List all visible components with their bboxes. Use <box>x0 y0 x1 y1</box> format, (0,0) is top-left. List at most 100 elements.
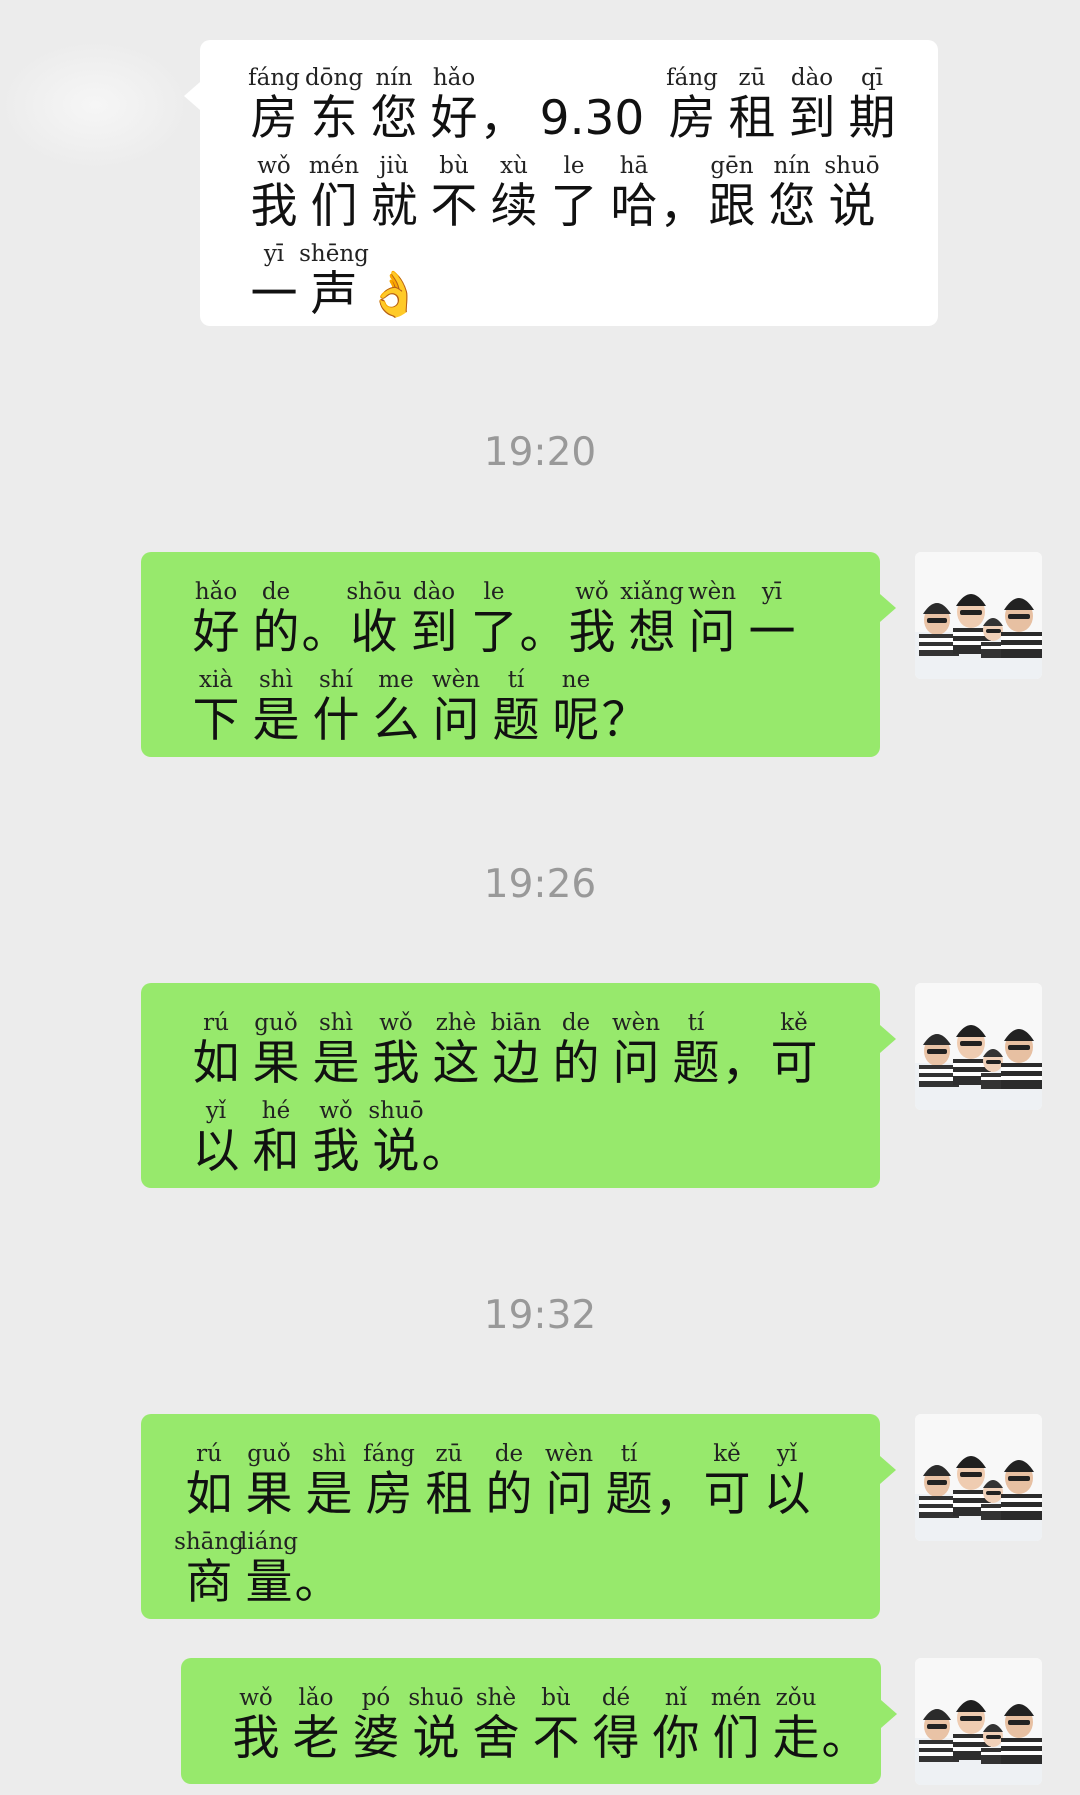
avatar[interactable] <box>915 1658 1042 1785</box>
message-line: rú 如 guǒ 果 shì 是 wǒ 我 zhè 这 biān 边 de 的 wèn 问 tí 题， kě 可 <box>186 1009 880 1091</box>
hanzi: 题 <box>492 693 540 748</box>
pinyin: qī <box>860 65 884 91</box>
hanzi: 们 <box>712 1711 760 1766</box>
ruby-char: mén 们 <box>304 152 364 234</box>
avatar[interactable] <box>915 983 1042 1110</box>
ruby-char: wǒ 我 <box>366 1009 426 1091</box>
pinyin: wǒ <box>257 153 291 179</box>
pinyin: pó <box>361 1685 391 1711</box>
outgoing-message-bubble[interactable]: hǎo 好 de 的。 shōu 收 dào 到 le 了。 wǒ 我 xiǎng 想 wèn 问 yī 一 xià… <box>141 552 896 757</box>
ruby-char: 。 <box>520 578 567 660</box>
hanzi: 了 <box>470 605 518 660</box>
hanzi: 走 <box>772 1711 820 1766</box>
pinyin: tí <box>620 1441 638 1467</box>
ruby-char: tí 题 <box>666 1009 726 1091</box>
pinyin: shuō <box>408 1685 464 1711</box>
hanzi: ， <box>721 1036 769 1091</box>
pinyin: hā <box>619 153 649 179</box>
hanzi: 想 <box>628 605 676 660</box>
hanzi: ， <box>659 179 707 234</box>
timestamp: 19:32 <box>483 1293 597 1338</box>
ruby-char: bù 不 <box>526 1684 586 1766</box>
pinyin: shuō <box>368 1098 424 1124</box>
ruby-char: hǎo 好 <box>424 64 484 146</box>
message-line: rú 如 guǒ 果 shì 是 fáng 房 zū 租 de 的 wèn 问 tí 题， kě 可 yǐ 以 <box>179 1440 880 1522</box>
outgoing-message-bubble[interactable]: wǒ 我 lǎo 老 pó 婆 shuō 说 shè 舍 bù 不 dé 得 nǐ 你 mén 们 zǒu 走。 <box>181 1658 897 1784</box>
hanzi: 房 <box>365 1467 413 1522</box>
pinyin: xù <box>500 153 528 179</box>
pinyin: wèn <box>431 667 481 693</box>
hanzi: 我 <box>568 605 616 660</box>
hanzi: 东 <box>310 91 358 146</box>
pinyin: fáng <box>363 1441 415 1467</box>
outgoing-message-bubble[interactable]: rú 如 guǒ 果 shì 是 fáng 房 zū 租 de 的 wèn 问 tí 题， kě 可 yǐ 以 shān… <box>141 1414 896 1619</box>
hanzi: 是 <box>305 1467 353 1522</box>
ruby-char: de 的 <box>479 1440 539 1522</box>
pinyin: yǐ <box>776 1441 798 1467</box>
pinyin: wǒ <box>319 1098 353 1124</box>
timestamp: 19:20 <box>483 430 597 475</box>
ruby-char: me 么 <box>366 666 426 748</box>
hanzi: 。 <box>294 1555 342 1610</box>
hanzi: 以 <box>192 1124 240 1179</box>
outgoing-message-bubble[interactable]: rú 如 guǒ 果 shì 是 wǒ 我 zhè 这 biān 边 de 的 wèn 问 tí 题， kě 可 yǐ 以… <box>141 983 896 1188</box>
incoming-message-bubble[interactable]: fáng 房 dōng 东 nín 您 hǎo 好， 9.30 fáng 房 zū 租 dào 到 qī 期 wǒ… <box>184 40 938 326</box>
pinyin: hǎo <box>432 65 476 91</box>
ruby-char: yǐ 以 <box>186 1097 246 1179</box>
pinyin: nín <box>375 65 413 91</box>
hanzi: 好 <box>430 91 478 146</box>
hanzi: 跟 <box>708 179 756 234</box>
ruby-char: ， <box>480 64 527 146</box>
timestamp: 19:26 <box>483 862 597 907</box>
pinyin: wèn <box>544 1441 594 1467</box>
hanzi: 我 <box>250 179 298 234</box>
ruby-char: hā 哈 <box>604 152 664 234</box>
hanzi: 我 <box>372 1036 420 1091</box>
pinyin: kě <box>713 1441 741 1467</box>
ruby-char: wǒ 我 <box>306 1097 366 1179</box>
hanzi: 题 <box>672 1036 720 1091</box>
pinyin: yǐ <box>205 1098 227 1124</box>
message-line: shāng 商 liáng 量。 <box>174 1528 880 1610</box>
ruby-char: fáng 房 <box>244 64 304 146</box>
message-line: yǐ 以 hé 和 wǒ 我 shuō 说。 <box>186 1097 880 1179</box>
ruby-char: bù 不 <box>424 152 484 234</box>
ruby-char: ， <box>722 1009 769 1091</box>
avatar[interactable] <box>915 1414 1042 1541</box>
pinyin: shì <box>259 667 293 693</box>
hanzi: 期 <box>848 91 896 146</box>
ruby-char: liáng 量 <box>239 1528 299 1610</box>
ruby-char: shì 是 <box>246 666 306 748</box>
pinyin: shí <box>319 667 353 693</box>
hanzi: 👌 <box>366 269 422 320</box>
ruby-char: wǒ 我 <box>226 1684 286 1766</box>
hanzi: 说 <box>412 1711 460 1766</box>
hanzi: 以 <box>763 1467 811 1522</box>
ruby-char: shuō 说 <box>822 152 882 234</box>
ruby-char: fáng 房 <box>359 1440 419 1522</box>
ruby-char: rú 如 <box>179 1440 239 1522</box>
ruby-char: qī 期 <box>842 64 902 146</box>
hanzi: 什 <box>312 693 360 748</box>
ruby-char: shōu 收 <box>344 578 404 660</box>
ruby-char: guǒ 果 <box>246 1009 306 1091</box>
hanzi: 到 <box>410 605 458 660</box>
pinyin: wǒ <box>575 579 609 605</box>
hanzi: 您 <box>768 179 816 234</box>
hanzi: 你 <box>652 1711 700 1766</box>
ruby-char: 。 <box>295 1528 342 1610</box>
ruby-char: biān 边 <box>486 1009 546 1091</box>
pinyin: guǒ <box>254 1010 298 1036</box>
message-line: wǒ 我 mén 们 jiù 就 bù 不 xù 续 le 了 hā 哈， gēn 跟 nín 您 shuō 说 <box>244 152 938 234</box>
ruby-char: gēn 跟 <box>702 152 762 234</box>
hanzi: 租 <box>425 1467 473 1522</box>
ruby-char: zū 租 <box>419 1440 479 1522</box>
ruby-char: rú 如 <box>186 1009 246 1091</box>
ruby-char: hǎo 好 <box>186 578 246 660</box>
hanzi: 到 <box>788 91 836 146</box>
avatar[interactable] <box>915 552 1042 679</box>
hanzi: 房 <box>668 91 716 146</box>
ruby-char: ？ <box>602 666 649 748</box>
message-line: xià 下 shì 是 shí 什 me 么 wèn 问 tí 题 ne 呢？ <box>186 666 880 748</box>
pinyin: dé <box>601 1685 631 1711</box>
